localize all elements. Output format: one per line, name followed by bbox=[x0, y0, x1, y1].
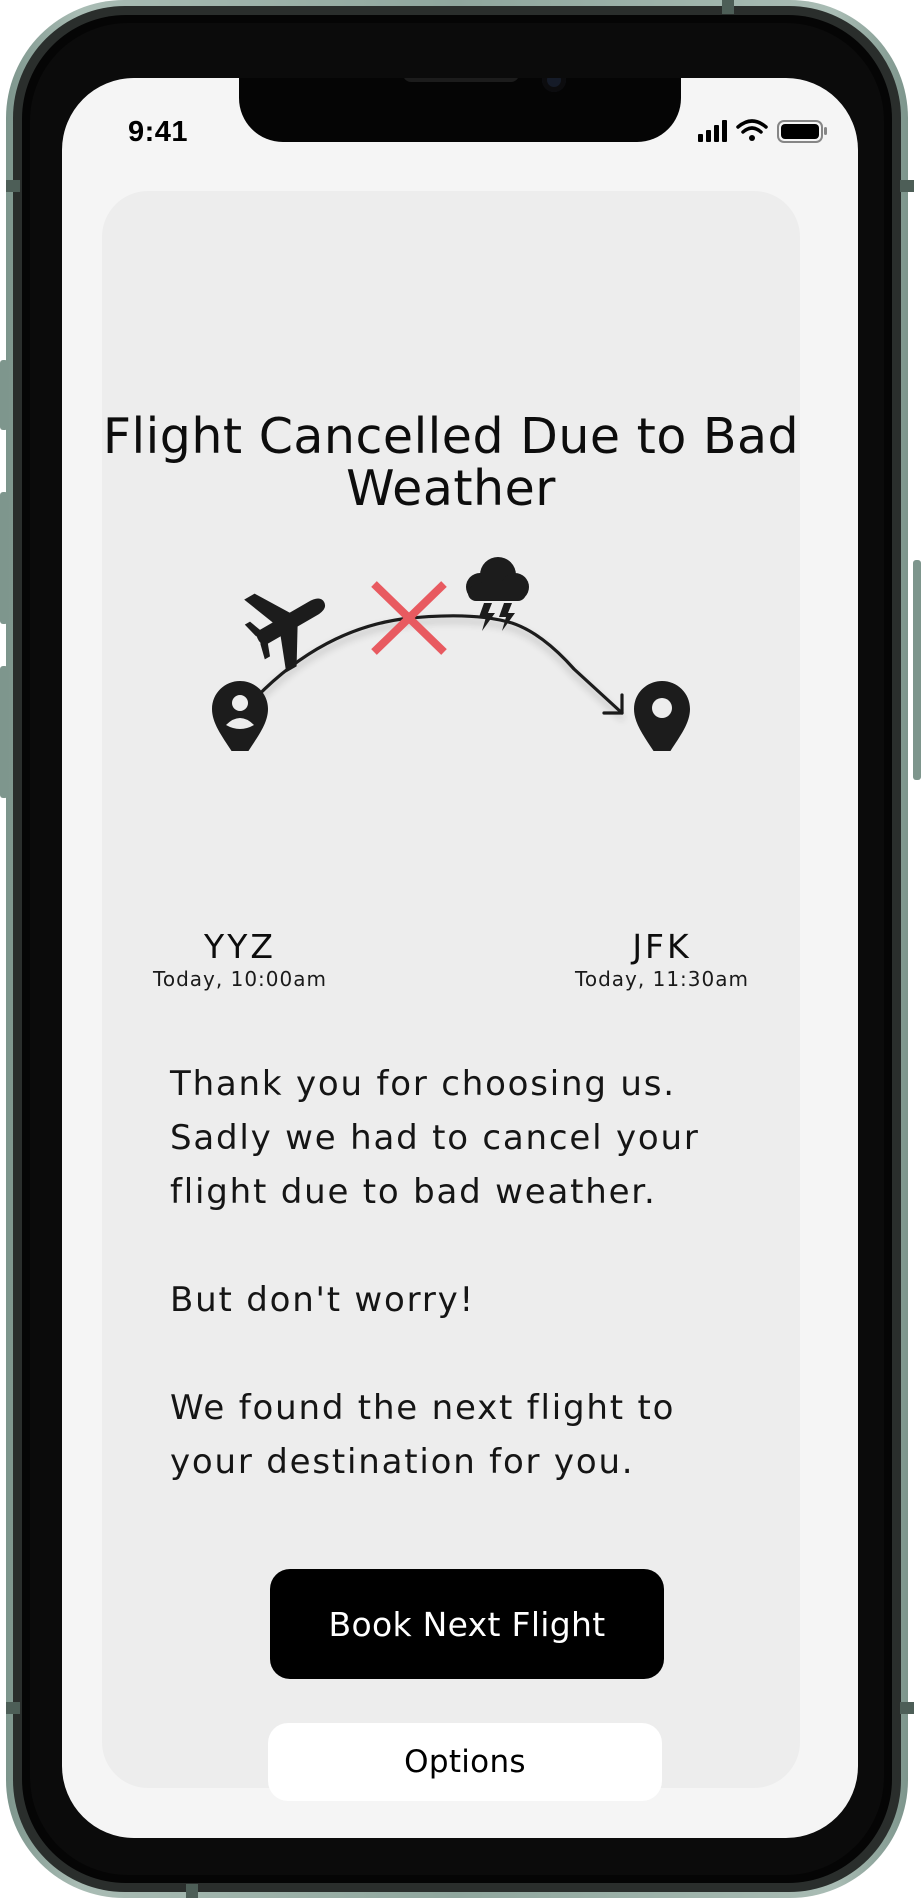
earpiece-speaker bbox=[403, 78, 519, 82]
antenna-band bbox=[722, 0, 734, 14]
antenna-band bbox=[6, 1702, 20, 1714]
airplane-icon bbox=[244, 593, 326, 673]
flight-route-illustration bbox=[212, 557, 690, 751]
destination-airport-code: JFK bbox=[632, 927, 692, 966]
wifi-icon bbox=[736, 119, 768, 141]
origin-pin-icon bbox=[212, 681, 268, 751]
flight-path-arc bbox=[246, 614, 624, 715]
volume-up-button bbox=[0, 492, 8, 624]
antenna-band bbox=[6, 180, 20, 192]
notch bbox=[239, 78, 681, 142]
origin-departure-time: Today, 10:00am bbox=[153, 967, 327, 991]
battery-icon bbox=[777, 120, 827, 143]
message-paragraph: But don't worry! bbox=[170, 1280, 475, 1320]
message-paragraph: We found the next flight to your destina… bbox=[170, 1388, 676, 1482]
book-next-flight-button[interactable]: Book Next Flight bbox=[270, 1569, 664, 1679]
status-bar-icons bbox=[698, 119, 827, 143]
options-button[interactable]: Options bbox=[268, 1723, 662, 1801]
origin-airport-code: YYZ bbox=[204, 927, 276, 966]
power-button bbox=[913, 560, 921, 780]
antenna-band bbox=[900, 180, 914, 192]
antenna-band bbox=[186, 1884, 198, 1898]
destination-pin-icon bbox=[634, 681, 690, 751]
ringer-switch bbox=[0, 360, 8, 430]
phone-screen: 9:41 Flight Cancelled Due to Bad Weather bbox=[62, 78, 858, 1838]
cancellation-card: Flight Cancelled Due to Bad Weather YYZ … bbox=[102, 191, 800, 1801]
volume-down-button bbox=[0, 666, 8, 798]
cellular-signal-icon bbox=[698, 120, 727, 142]
stage: 9:41 Flight Cancelled Due to Bad Weather bbox=[0, 0, 921, 1898]
cancellation-message: Thank you for choosing us. Sadly we had … bbox=[170, 1057, 770, 1543]
cancel-x-icon bbox=[371, 581, 447, 655]
antenna-band bbox=[900, 1702, 914, 1714]
page-title: Flight Cancelled Due to Bad Weather bbox=[102, 408, 800, 517]
message-paragraph: Thank you for choosing us. Sadly we had … bbox=[170, 1064, 700, 1212]
destination-arrival-time: Today, 11:30am bbox=[575, 967, 749, 991]
status-bar-time: 9:41 bbox=[128, 116, 189, 148]
